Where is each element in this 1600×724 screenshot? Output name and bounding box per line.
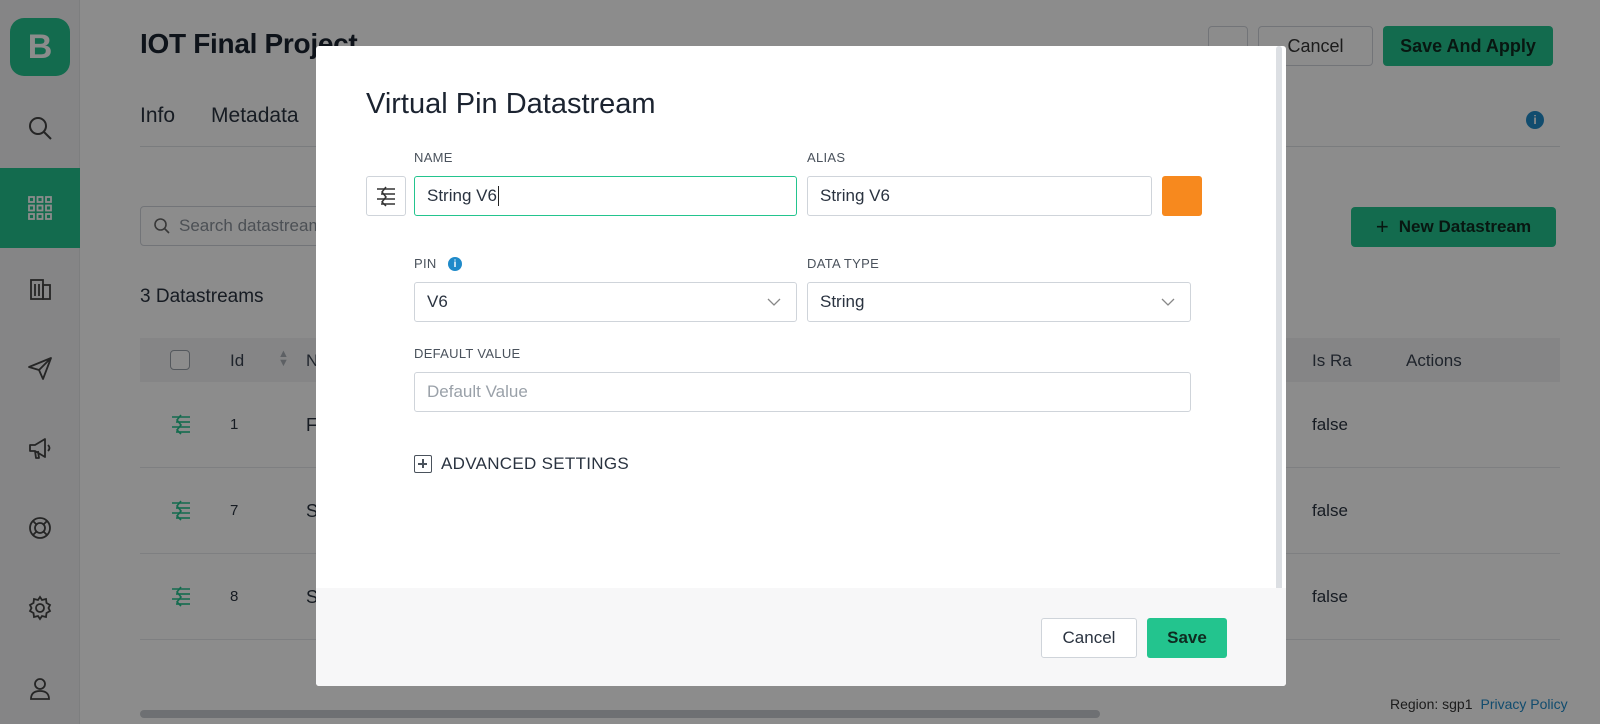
pin-info-icon[interactable]: i	[448, 257, 462, 271]
dialog-save-button[interactable]: Save	[1147, 618, 1227, 658]
default-value-label: DEFAULT VALUE	[414, 346, 521, 361]
advanced-settings-toggle[interactable]: ADVANCED SETTINGS	[414, 454, 629, 474]
default-value-placeholder: Default Value	[427, 382, 528, 401]
name-value: String V6	[427, 186, 497, 205]
data-type-label: DATA TYPE	[807, 256, 880, 271]
chevron-down-icon	[767, 298, 781, 306]
dialog-scrollbar[interactable]	[1276, 46, 1282, 606]
virtual-pin-datastream-dialog: Virtual Pin Datastream NAME String V6 AL…	[316, 46, 1286, 686]
data-type-select[interactable]: String	[807, 282, 1191, 322]
pin-value: V6	[427, 292, 448, 311]
pin-select[interactable]: V6	[414, 282, 797, 322]
chevron-down-icon	[1161, 298, 1175, 306]
color-swatch[interactable]	[1162, 176, 1202, 216]
alias-field[interactable]: String V6	[807, 176, 1152, 216]
dialog-cancel-button[interactable]: Cancel	[1041, 618, 1137, 658]
datastream-icon-picker[interactable]	[366, 176, 406, 216]
advanced-settings-label: ADVANCED SETTINGS	[441, 454, 630, 473]
text-caret	[497, 186, 499, 206]
pin-label: PIN	[414, 256, 437, 271]
alias-label: ALIAS	[807, 150, 846, 165]
default-value-input[interactable]: Default Value	[414, 372, 1191, 412]
alias-value: String V6	[820, 186, 890, 205]
dialog-footer: Cancel Save	[316, 588, 1286, 686]
datastream-icon	[377, 186, 395, 207]
name-label: NAME	[414, 150, 453, 165]
data-type-value: String	[820, 292, 865, 311]
name-field[interactable]: String V6	[414, 176, 797, 216]
dialog-title: Virtual Pin Datastream	[366, 88, 656, 120]
expand-plus-icon	[414, 455, 432, 473]
